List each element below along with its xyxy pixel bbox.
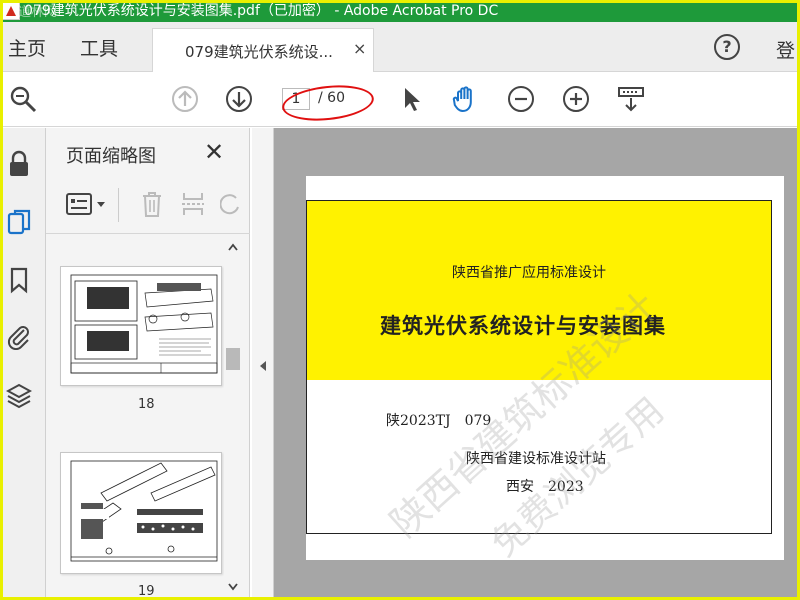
panel-tool-divider xyxy=(118,188,119,222)
page-thumbnails-icon[interactable] xyxy=(6,208,32,236)
delete-page-icon[interactable] xyxy=(140,190,164,218)
fit-page-icon[interactable] xyxy=(616,84,646,114)
home-nav[interactable]: 主页 xyxy=(8,34,46,61)
tools-nav[interactable]: 工具 xyxy=(80,34,118,61)
document-tab-label: 079建筑光伏系统设... xyxy=(185,43,333,61)
layers-icon[interactable] xyxy=(6,382,32,410)
page-thumbnail-19[interactable] xyxy=(60,452,222,574)
tab-row: 主页 工具 079建筑光伏系统设... × ? 登 xyxy=(0,22,800,72)
scroll-thumb[interactable] xyxy=(226,348,240,370)
thumbnail-19-label: 19 xyxy=(138,584,155,599)
lock-icon[interactable] xyxy=(6,150,32,178)
thumbnail-panel: 页面缩略图 ✕ 18 19 xyxy=(46,128,250,600)
thumbnail-options-icon[interactable] xyxy=(66,192,108,218)
scroll-up-icon[interactable] xyxy=(227,242,239,252)
thumbnail-drawing xyxy=(70,274,218,374)
zoom-out-icon[interactable] xyxy=(506,84,536,114)
bookmark-icon[interactable] xyxy=(6,266,32,294)
attachment-icon[interactable] xyxy=(6,322,32,350)
next-page-gap xyxy=(274,566,800,600)
window-title: 079建筑光伏系统设计与安装图集.pdf（已加密） - Adobe Acroba… xyxy=(24,3,499,19)
panel-collapse-handle[interactable] xyxy=(252,128,274,600)
login-button[interactable]: 登 xyxy=(776,36,795,63)
page-down-icon[interactable] xyxy=(224,84,254,114)
hand-tool-icon[interactable] xyxy=(450,84,480,114)
document-tab[interactable]: 079建筑光伏系统设... × xyxy=(152,28,374,72)
tab-close-icon[interactable]: × xyxy=(353,39,366,58)
main-toolbar: 1 / 60 xyxy=(0,72,800,127)
thumbnail-18-label: 18 xyxy=(138,397,155,412)
cover-header-org: 陕西省推广应用标准设计 xyxy=(452,265,606,281)
rotate-page-icon[interactable] xyxy=(220,192,240,218)
title-bar: 道林网 079建筑光伏系统设计与安装图集.pdf（已加密） - Adobe Ac… xyxy=(0,0,800,22)
left-tool-rail xyxy=(0,128,46,600)
panel-title: 页面缩略图 xyxy=(66,146,156,167)
extract-page-icon[interactable] xyxy=(180,190,206,218)
page-thumbnail-18[interactable] xyxy=(60,266,222,386)
zoom-in-icon[interactable] xyxy=(561,84,591,114)
thumbnail-drawing xyxy=(70,460,218,562)
collapse-arrow-icon[interactable] xyxy=(258,360,268,372)
search-icon[interactable] xyxy=(8,84,38,114)
panel-toolbar xyxy=(46,178,250,234)
page-up-icon[interactable] xyxy=(170,84,200,114)
scroll-down-icon[interactable] xyxy=(227,582,239,592)
help-icon[interactable]: ? xyxy=(714,34,740,60)
panel-close-icon[interactable]: ✕ xyxy=(204,138,224,166)
thumbnail-scrollbar[interactable] xyxy=(224,240,242,600)
select-arrow-icon[interactable] xyxy=(396,84,426,114)
